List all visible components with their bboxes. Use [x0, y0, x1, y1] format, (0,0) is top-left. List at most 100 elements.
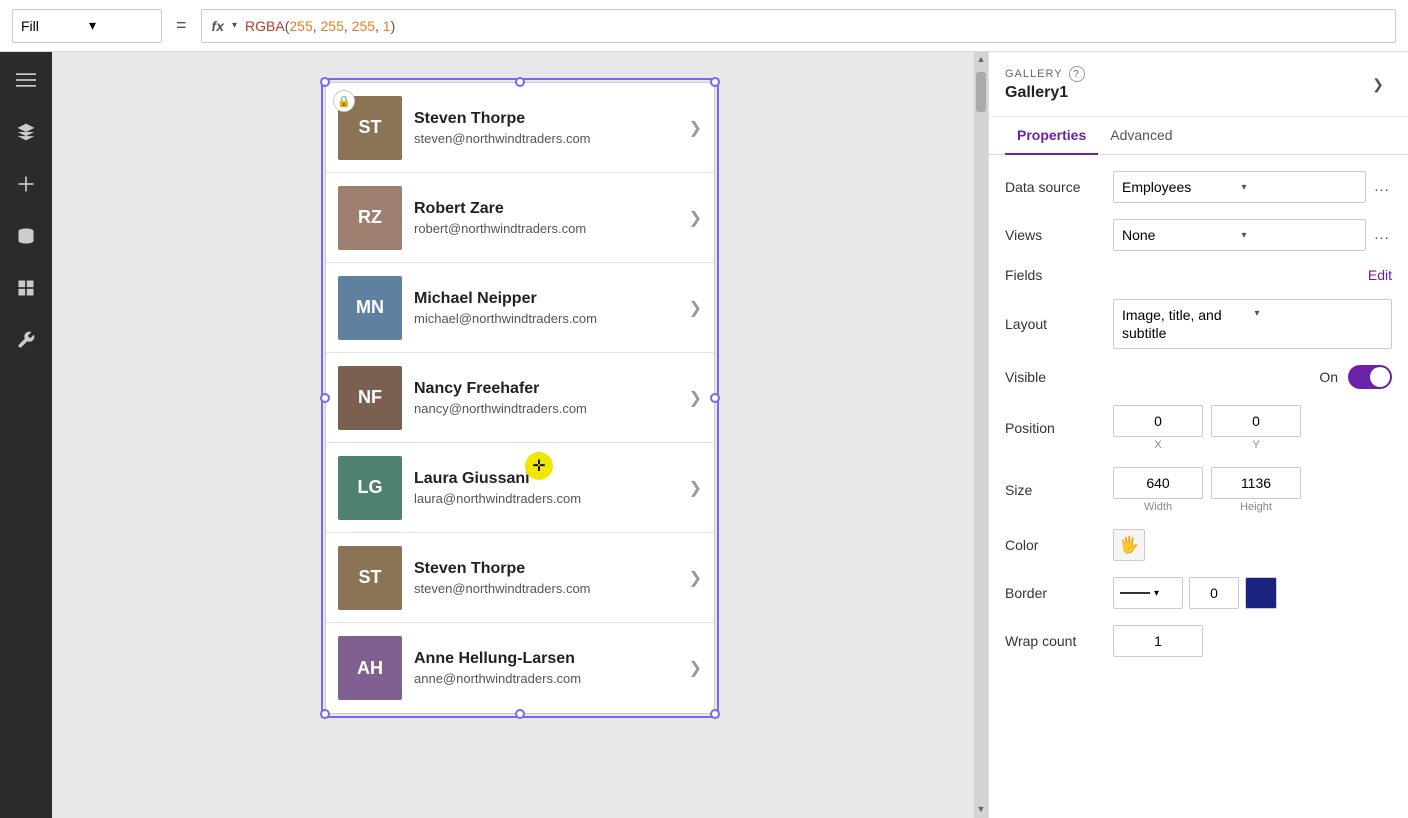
tab-advanced[interactable]: Advanced	[1098, 117, 1184, 155]
border-width-input[interactable]	[1189, 577, 1239, 609]
gallery-wrapper: ✛ 🔒 STSteven Thorpesteven@northwindtrade…	[325, 82, 715, 714]
gallery-item[interactable]: STSteven Thorpesteven@northwindtraders.c…	[326, 83, 714, 173]
handle-bot-right[interactable]	[710, 709, 720, 719]
handle-bot-mid[interactable]	[515, 709, 525, 719]
item-email: steven@northwindtraders.com	[414, 581, 689, 596]
data-source-dropdown[interactable]: Employees ▾	[1113, 171, 1366, 203]
item-name: Laura Giussani	[414, 470, 689, 488]
layout-row: Layout Image, title, and subtitle ▾	[1005, 299, 1392, 349]
border-label: Border	[1005, 585, 1105, 601]
wrap-count-row: Wrap count	[1005, 625, 1392, 657]
views-control: None ▾ …	[1113, 219, 1392, 251]
border-color-swatch[interactable]	[1245, 577, 1277, 609]
gallery-item[interactable]: ST Steven Thorpesteven@northwindtraders.c…	[326, 533, 714, 623]
color-label: Color	[1005, 537, 1105, 553]
avatar: AH	[338, 636, 402, 700]
handle-top-right[interactable]	[710, 77, 720, 87]
width-group: Width	[1113, 467, 1203, 513]
help-icon[interactable]: ?	[1069, 66, 1085, 82]
fields-label: Fields	[1005, 267, 1105, 283]
formula-bar[interactable]: fx ▾ RGBA(255, 255, 255, 1)	[201, 9, 1396, 43]
fill-chevron: ▾	[89, 17, 153, 34]
gallery-item[interactable]: MNMichael Neippermichael@northwindtrader…	[326, 263, 714, 353]
handle-top-left[interactable]	[320, 77, 330, 87]
x-label: X	[1154, 439, 1161, 451]
avatar: ST	[338, 546, 402, 610]
height-input[interactable]	[1211, 467, 1301, 499]
pos-y-input[interactable]	[1211, 405, 1301, 437]
border-style-chevron: ▾	[1154, 588, 1159, 599]
item-email: anne@northwindtraders.com	[414, 671, 689, 686]
views-label: Views	[1005, 227, 1105, 243]
gallery-item[interactable]: NFNancy Freehafernancy@northwindtraders.…	[326, 353, 714, 443]
y-label: Y	[1252, 439, 1259, 451]
panel-gallery-name: Gallery1	[1005, 84, 1364, 102]
wrap-count-input[interactable]	[1113, 625, 1203, 657]
lock-icon: 🔒	[333, 90, 355, 112]
chevron-right-icon: ❯	[689, 208, 702, 228]
scrollbar-vertical[interactable]: ▲ ▼	[974, 52, 988, 818]
gallery[interactable]: STSteven Thorpesteven@northwindtraders.c…	[325, 82, 715, 714]
gallery-item[interactable]: RZRobert Zarerobert@northwindtraders.com…	[326, 173, 714, 263]
equals-sign: =	[170, 15, 193, 36]
fields-edit-link[interactable]: Edit	[1368, 267, 1392, 283]
item-name: Nancy Freehafer	[414, 380, 689, 398]
scroll-thumb[interactable]	[976, 72, 986, 112]
layout-dropdown[interactable]: Image, title, and subtitle ▾	[1113, 299, 1392, 349]
gallery-item[interactable]: LGLaura Giussanilaura@northwindtraders.c…	[326, 443, 714, 533]
views-more[interactable]: …	[1372, 225, 1392, 245]
menu-icon[interactable]	[10, 64, 42, 96]
visible-toggle[interactable]	[1348, 365, 1392, 389]
item-info: Laura Giussanilaura@northwindtraders.com	[414, 470, 689, 506]
right-panel: GALLERY ? Gallery1 ❯ Properties Advanced…	[988, 52, 1408, 818]
visible-on-label: On	[1319, 369, 1338, 385]
border-controls: ▾	[1113, 577, 1277, 609]
handle-mid-right[interactable]	[710, 393, 720, 403]
panel-title-section: GALLERY ? Gallery1	[1005, 66, 1364, 102]
fields-row: Fields Edit	[1005, 267, 1392, 283]
component-icon[interactable]	[10, 272, 42, 304]
data-source-control: Employees ▾ …	[1113, 171, 1392, 203]
top-toolbar: Fill ▾ = fx ▾ RGBA(255, 255, 255, 1)	[0, 0, 1408, 52]
panel-header: GALLERY ? Gallery1 ❯	[989, 52, 1408, 117]
visible-label: Visible	[1005, 369, 1105, 385]
handle-mid-left[interactable]	[320, 393, 330, 403]
color-swatch[interactable]: 🖐	[1113, 529, 1145, 561]
panel-nav-arrow[interactable]: ❯	[1364, 70, 1392, 98]
chevron-right-icon: ❯	[689, 568, 702, 588]
item-info: Robert Zarerobert@northwindtraders.com	[414, 200, 689, 236]
fx-icon: fx	[212, 18, 224, 34]
handle-top-mid[interactable]	[515, 77, 525, 87]
data-source-chevron: ▾	[1242, 182, 1358, 193]
gallery-item[interactable]: AH Anne Hellung-Larsenanne@northwindtrade…	[326, 623, 714, 713]
handle-bot-left[interactable]	[320, 709, 330, 719]
tools-icon[interactable]	[10, 324, 42, 356]
width-input[interactable]	[1113, 467, 1203, 499]
formula-text: RGBA(255, 255, 255, 1)	[245, 18, 395, 34]
add-icon[interactable]	[10, 168, 42, 200]
chevron-right-icon: ❯	[689, 118, 702, 138]
size-row: Size Width Height	[1005, 467, 1392, 513]
chevron-right-icon: ❯	[689, 658, 702, 678]
chevron-right-icon: ❯	[689, 478, 702, 498]
layers-icon[interactable]	[10, 116, 42, 148]
item-name: Steven Thorpe	[414, 110, 689, 128]
fill-label: Fill	[21, 18, 85, 34]
item-info: Michael Neippermichael@northwindtraders.…	[414, 290, 689, 326]
size-label: Size	[1005, 482, 1105, 498]
item-info: Anne Hellung-Larsenanne@northwindtraders…	[414, 650, 689, 686]
views-dropdown[interactable]: None ▾	[1113, 219, 1366, 251]
canvas-area: ▲ ▼ ✛ 🔒 STSteven Thorpesteven@northwindt…	[52, 52, 988, 818]
item-info: Steven Thorpesteven@northwindtraders.com	[414, 560, 689, 596]
border-style-dropdown[interactable]: ▾	[1113, 577, 1183, 609]
database-icon[interactable]	[10, 220, 42, 252]
data-source-row: Data source Employees ▾ …	[1005, 171, 1392, 203]
data-source-more[interactable]: …	[1372, 177, 1392, 197]
wrap-count-control	[1113, 625, 1392, 657]
pos-x-input[interactable]	[1113, 405, 1203, 437]
tab-properties[interactable]: Properties	[1005, 117, 1098, 155]
position-label: Position	[1005, 420, 1105, 436]
layout-chevron: ▾	[1255, 308, 1384, 319]
fill-dropdown[interactable]: Fill ▾	[12, 9, 162, 43]
item-name: Michael Neipper	[414, 290, 689, 308]
